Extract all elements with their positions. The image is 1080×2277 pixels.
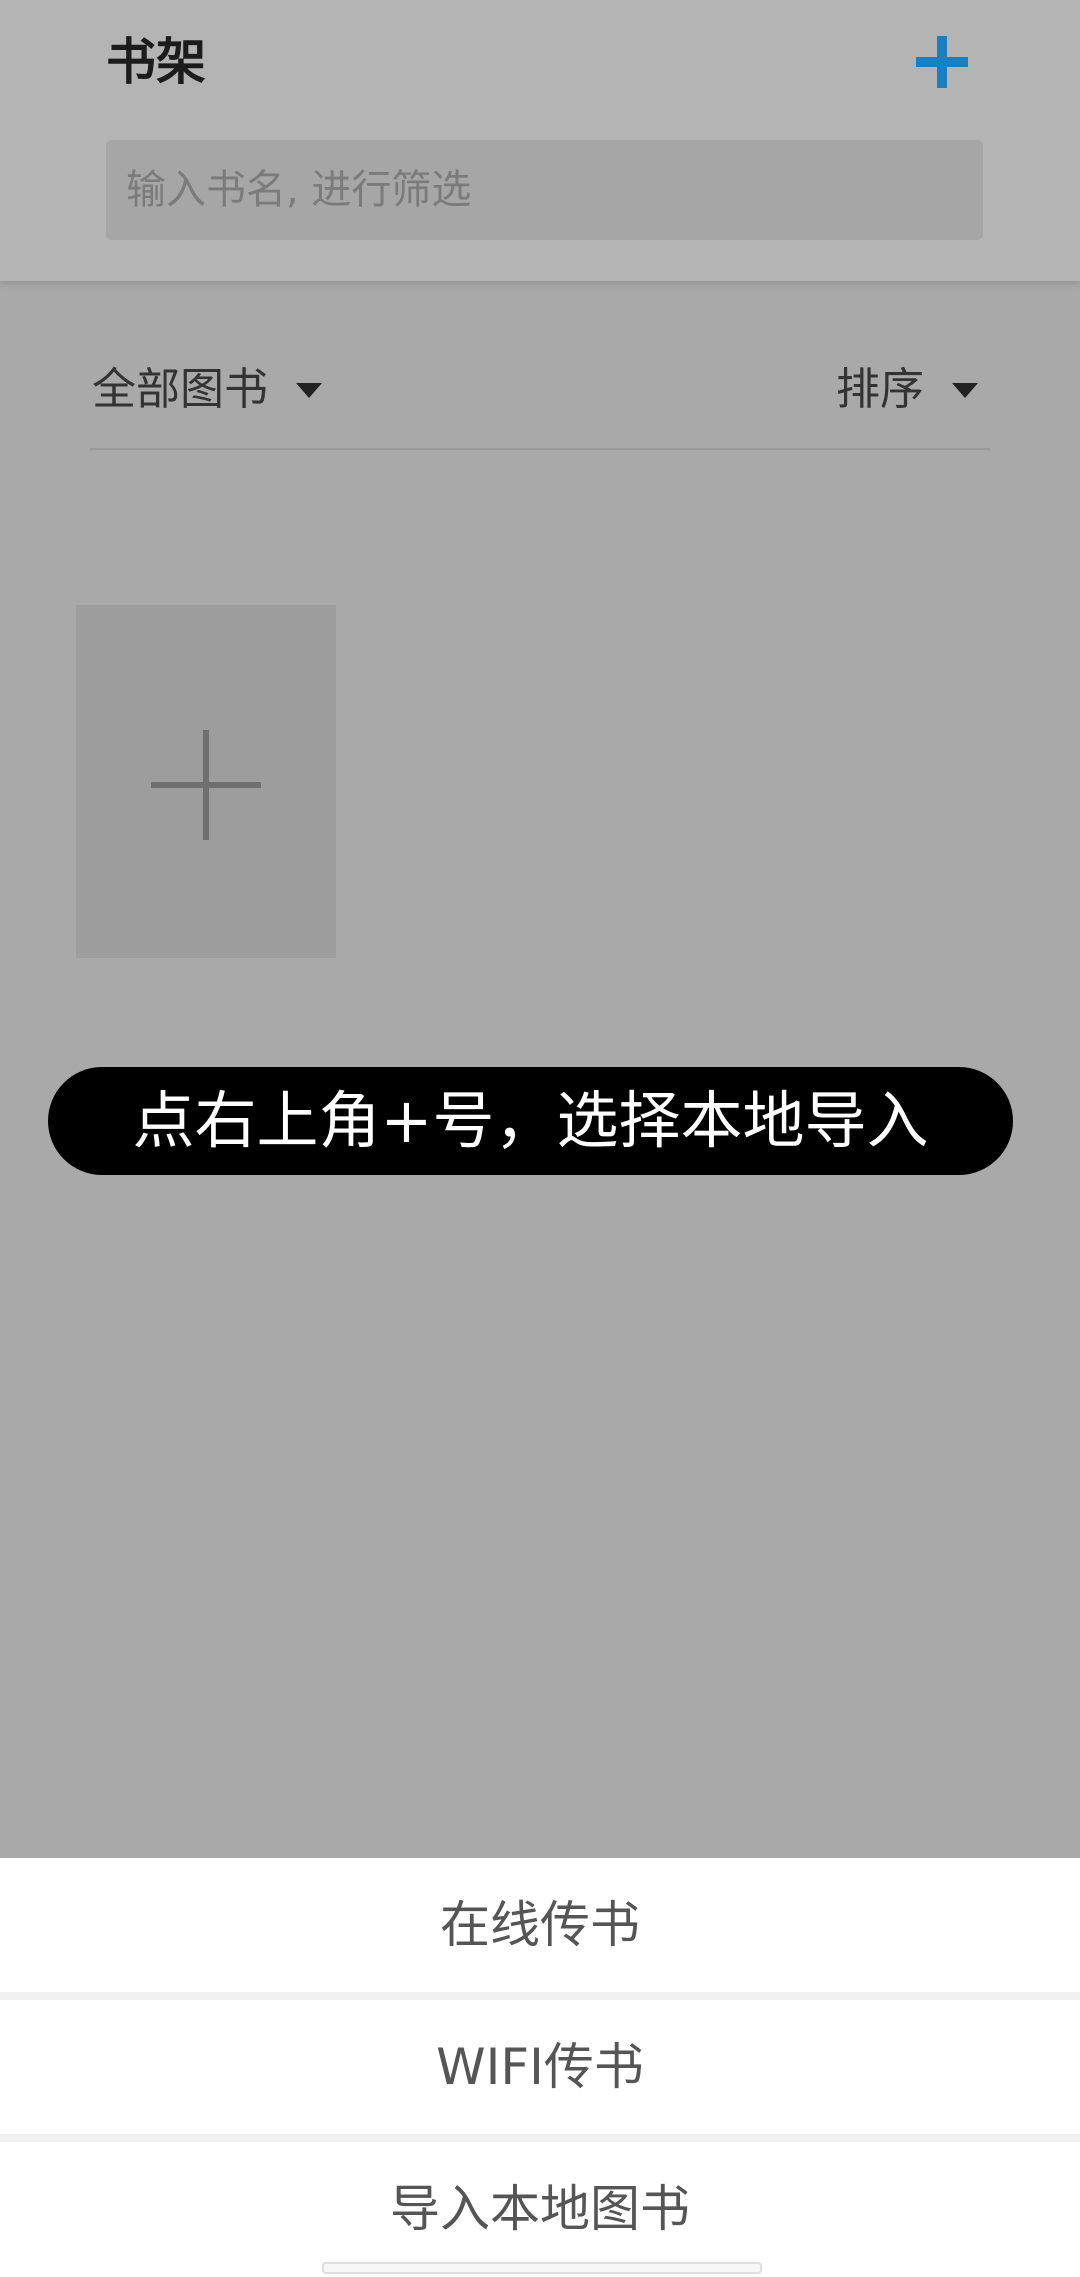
top-bar: 书架 [0, 0, 1080, 281]
page-title: 书架 [106, 33, 206, 91]
search-box[interactable] [106, 140, 983, 240]
category-filter-dropdown[interactable]: 全部图书 [92, 360, 322, 420]
caret-down-icon [296, 382, 322, 398]
import-options-sheet: 在线传书 WIFI传书 导入本地图书 [0, 1858, 1080, 2277]
import-local-books-option[interactable]: 导入本地图书 [0, 2142, 1080, 2277]
add-book-button[interactable] [910, 30, 974, 94]
sort-dropdown[interactable]: 排序 [836, 360, 978, 420]
tutorial-caption: 点右上角+号，选择本地导入 [48, 1067, 1013, 1175]
add-book-tile[interactable] [76, 605, 336, 958]
home-indicator [322, 2262, 762, 2274]
online-transfer-option[interactable]: 在线传书 [0, 1858, 1080, 1992]
caret-down-icon [952, 382, 978, 398]
sort-label: 排序 [836, 364, 924, 415]
plus-icon [916, 36, 968, 88]
wifi-transfer-option[interactable]: WIFI传书 [0, 2000, 1080, 2134]
search-input[interactable] [126, 140, 983, 240]
filter-bar: 全部图书 排序 [90, 340, 990, 450]
category-filter-label: 全部图书 [92, 364, 268, 415]
